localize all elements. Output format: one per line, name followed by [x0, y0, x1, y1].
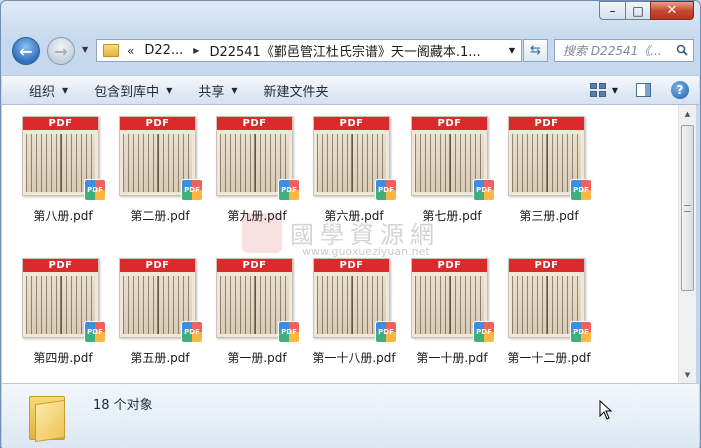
caption-buttons: – □ ✕ [599, 1, 694, 20]
include-in-library-menu[interactable]: 包含到库中 ▼ [94, 81, 172, 100]
file-item[interactable]: PDF PDF 第二册.pdf [100, 116, 203, 236]
mouse-cursor-icon [599, 400, 613, 420]
pdf-badge: PDF [217, 117, 292, 130]
pdf-badge: PDF [509, 259, 584, 272]
pdf-badge: PDF [217, 259, 292, 272]
chevron-down-icon: ▼ [62, 85, 69, 95]
chevron-down-icon: ▼ [231, 85, 238, 95]
pdf-app-icon: PDF [570, 321, 592, 343]
share-menu[interactable]: 共享 ▼ [198, 81, 237, 100]
file-name: 第一十二册.pdf [507, 351, 591, 365]
file-item[interactable]: PDF PDF 第九册.pdf [197, 116, 300, 236]
explorer-window: – □ ✕ ← → ▼ « D22... ▶ D22541《鄞邑管江杜氏宗谱》天… [0, 0, 701, 448]
pdf-badge: PDF [509, 117, 584, 130]
page-fold [59, 134, 62, 192]
include-in-library-label: 包含到库中 [94, 84, 160, 100]
page-fold [545, 134, 548, 192]
new-folder-button[interactable]: 新建文件夹 [264, 81, 329, 100]
refresh-icon: ⇆ [530, 43, 541, 58]
pdf-badge: PDF [23, 117, 98, 130]
pdf-app-icon: PDF [570, 179, 592, 201]
chevron-down-icon: ▼ [166, 85, 173, 95]
pdf-badge: PDF [412, 117, 487, 130]
watermark-url: www.guoxueziyuan.net [302, 245, 430, 258]
share-label: 共享 [198, 84, 225, 100]
close-button[interactable]: ✕ [650, 1, 694, 20]
item-count: 18 个对象 [93, 398, 153, 413]
arrow-right-icon: → [54, 41, 68, 61]
pdf-badge: PDF [23, 259, 98, 272]
refresh-button[interactable]: ⇆ [523, 39, 548, 62]
address-dropdown-icon[interactable]: ▼ [509, 46, 515, 55]
pdf-badge: PDF [314, 259, 389, 272]
view-dropdown-icon[interactable]: ▼ [612, 86, 618, 95]
breadcrumb-arrow-icon[interactable]: ▶ [193, 46, 199, 55]
file-item[interactable]: PDF PDF 第五册.pdf [100, 258, 203, 378]
details-pane: 18 个对象 [2, 383, 699, 448]
file-name: 第三册.pdf [519, 209, 579, 223]
recent-pages-dropdown[interactable]: ▼ [82, 45, 88, 54]
file-item[interactable]: PDF PDF 第一十八册.pdf [294, 258, 397, 378]
maximize-icon: □ [632, 3, 644, 18]
forward-button[interactable]: → [47, 37, 75, 65]
minimize-icon: – [609, 3, 616, 18]
arrow-left-icon: ← [19, 41, 33, 61]
page-fold [350, 276, 353, 334]
organize-menu[interactable]: 组织 ▼ [29, 81, 68, 100]
scroll-up-icon[interactable]: ▲ [679, 105, 696, 122]
search-input[interactable]: 搜索 D22541《... [554, 39, 694, 62]
file-item[interactable]: PDF PDF 第一十册.pdf [392, 258, 495, 378]
page-fold [545, 276, 548, 334]
page-fold [448, 276, 451, 334]
pdf-badge: PDF [412, 259, 487, 272]
pdf-badge: PDF [120, 259, 195, 272]
file-list[interactable]: 國學資源網 www.guoxueziyuan.net PDF PDF 第八册.pdf… [2, 105, 678, 383]
page-fold [253, 276, 256, 334]
breadcrumb-segment[interactable]: D22... [144, 43, 183, 58]
folder-icon [103, 44, 119, 57]
address-overflow-chevron[interactable]: « [127, 44, 134, 58]
file-item[interactable]: PDF PDF 第八册.pdf [3, 116, 106, 236]
page-fold [156, 276, 159, 334]
pdf-badge: PDF [120, 117, 195, 130]
scroll-thumb[interactable] [681, 125, 694, 291]
maximize-button[interactable]: □ [625, 1, 650, 20]
page-fold [59, 276, 62, 334]
page-fold [448, 134, 451, 192]
scroll-down-icon[interactable]: ▼ [679, 366, 696, 383]
search-icon[interactable] [676, 44, 688, 56]
folder-icon [29, 392, 69, 443]
search-placeholder: 搜索 D22541《... [563, 44, 662, 58]
breadcrumb-segment[interactable]: D22541《鄞邑管江杜氏宗谱》天一阁藏本.1... [209, 41, 480, 60]
organize-label: 组织 [29, 84, 56, 100]
file-item[interactable]: PDF PDF 第六册.pdf [294, 116, 397, 236]
vertical-scrollbar[interactable]: ▲ ▼ [678, 105, 696, 383]
preview-pane-icon[interactable] [636, 83, 651, 97]
file-item[interactable]: PDF PDF 第四册.pdf [3, 258, 106, 378]
help-icon[interactable]: ? [671, 81, 689, 99]
address-bar[interactable]: « D22... ▶ D22541《鄞邑管江杜氏宗谱》天一阁藏本.1... ▼ [96, 39, 522, 62]
file-item[interactable]: PDF PDF 第一十二册.pdf [489, 258, 592, 378]
file-item[interactable]: PDF PDF 第七册.pdf [392, 116, 495, 236]
page-fold [350, 134, 353, 192]
file-item[interactable]: PDF PDF 第三册.pdf [489, 116, 592, 236]
close-icon: ✕ [666, 3, 678, 18]
minimize-button[interactable]: – [599, 1, 625, 20]
back-button[interactable]: ← [12, 37, 40, 65]
new-folder-label: 新建文件夹 [263, 84, 329, 100]
page-fold [253, 134, 256, 192]
file-item[interactable]: PDF PDF 第一册.pdf [197, 258, 300, 378]
pdf-badge: PDF [314, 117, 389, 130]
view-options-icon[interactable] [589, 83, 606, 97]
command-bar: 组织 ▼ 包含到库中 ▼ 共享 ▼ 新建文件夹 ▼ ? [2, 75, 699, 105]
page-fold [156, 134, 159, 192]
